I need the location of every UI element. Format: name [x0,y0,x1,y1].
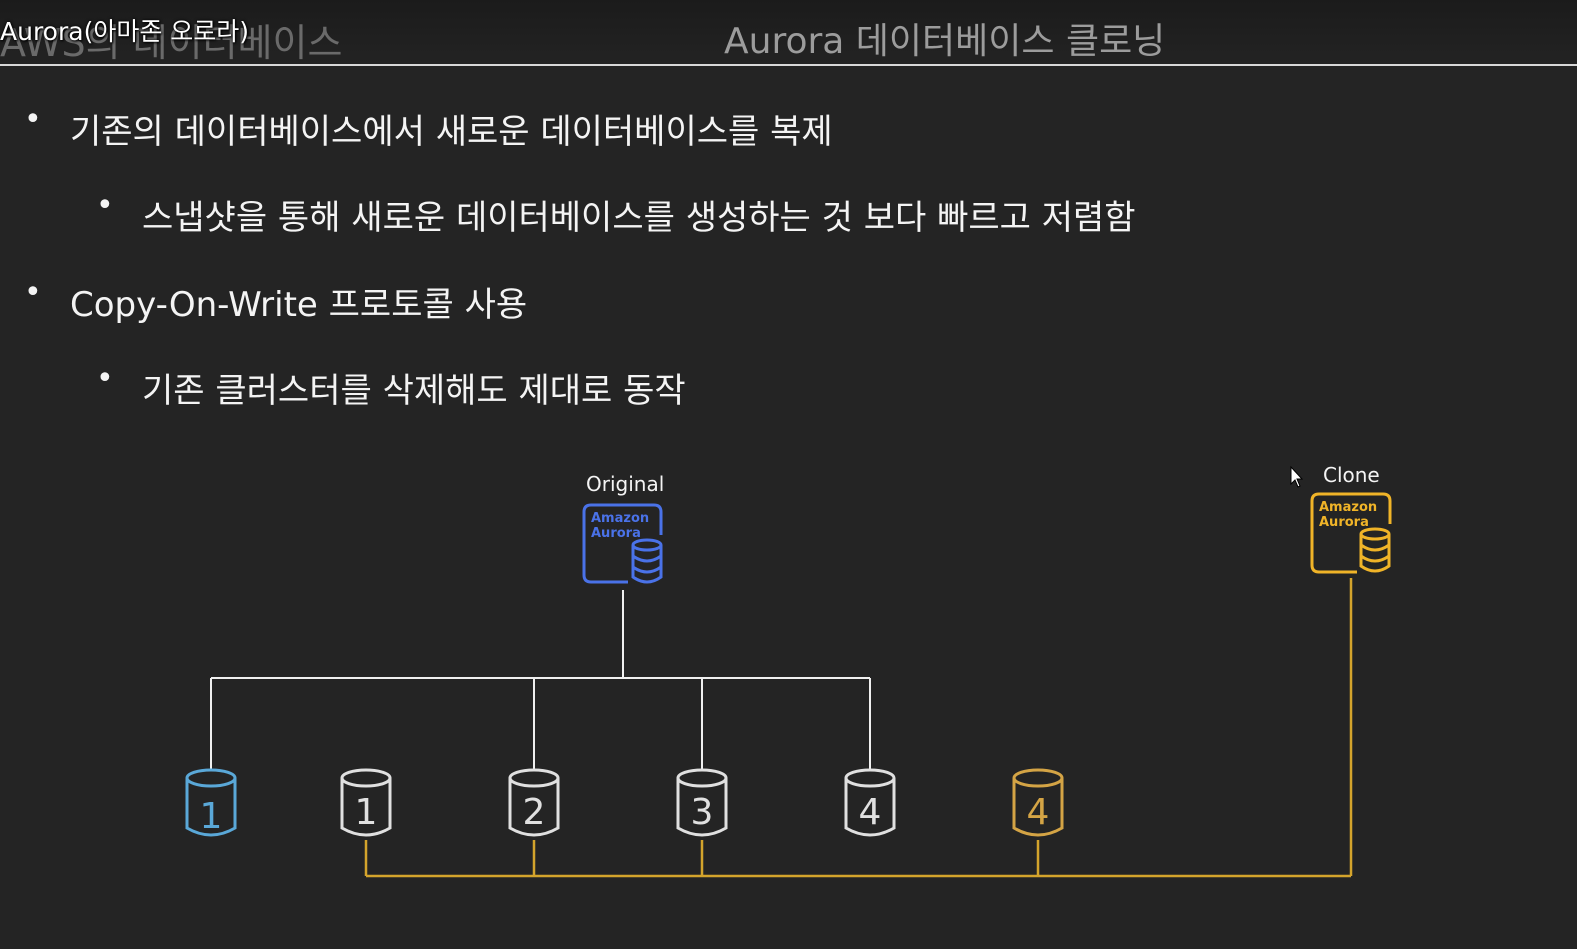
mouse-cursor-icon [1290,465,1304,488]
storage-volume-clone: 4 [1012,768,1064,837]
aurora-icon-text: Amazon [591,511,649,526]
volume-number: 1 [355,792,378,833]
volume-number: 1 [200,796,223,837]
storage-volume-deleted: 1 [185,768,237,837]
storage-volume-shared: 3 [676,768,728,837]
clone-aurora-icon: Amazon Aurora [1310,492,1392,574]
cloning-diagram: Amazon Aurora Amazon Aurora 1 1 2 3 4 4 [185,465,1392,878]
storage-volume-shared: 2 [508,768,560,837]
volume-number: 3 [691,792,714,833]
storage-volume-shared: 1 [340,768,392,837]
storage-volume-original: 4 [844,768,896,837]
volume-number: 4 [1027,792,1050,833]
aurora-icon-text: Aurora [591,526,641,541]
aurora-icon-text: Amazon [1319,500,1377,515]
aurora-icon-text: Aurora [1319,515,1369,530]
original-connector-lines [210,590,871,770]
volume-number: 2 [523,792,546,833]
original-aurora-icon: Amazon Aurora [582,503,663,584]
volume-number: 4 [859,792,882,833]
